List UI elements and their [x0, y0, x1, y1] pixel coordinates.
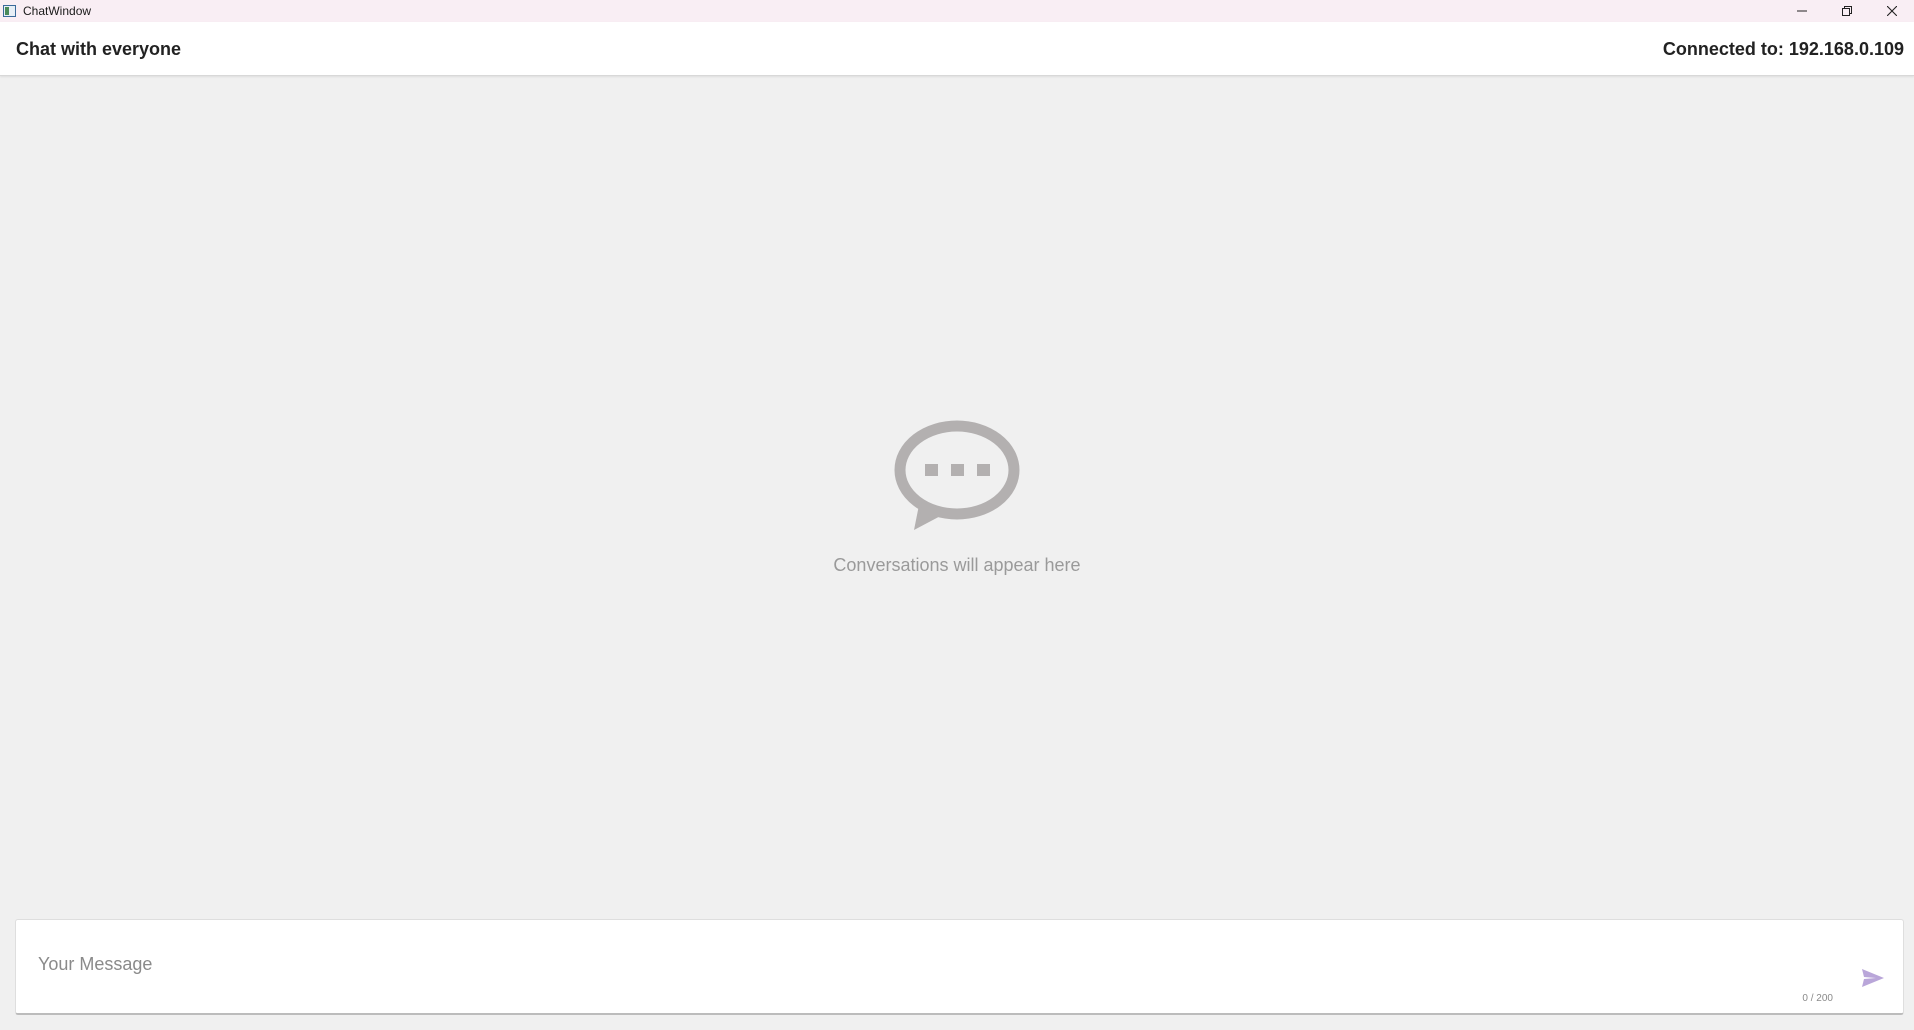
chat-bubble-icon [894, 420, 1020, 530]
char-counter: 0 / 200 [1802, 993, 1833, 1004]
window-controls [1779, 0, 1914, 22]
title-bar: ChatWindow [0, 0, 1914, 22]
empty-state: Conversations will appear here [0, 420, 1914, 576]
empty-state-text: Conversations will appear here [833, 555, 1081, 575]
minimize-icon [1796, 10, 1807, 12]
connection-status: Connected to: 192.168.0.109 [1662, 39, 1904, 59]
restore-icon [1841, 6, 1852, 16]
chat-window: ChatWindow Chat with everyone Connected … [0, 0, 1914, 1030]
send-button[interactable] [1859, 965, 1887, 991]
restore-button[interactable] [1824, 0, 1869, 22]
message-composer: 0 / 200 [15, 919, 1904, 1015]
minimize-button[interactable] [1779, 0, 1824, 22]
send-icon [1862, 969, 1884, 987]
close-icon [1886, 6, 1897, 16]
message-input[interactable] [38, 950, 1838, 978]
close-button[interactable] [1869, 0, 1914, 22]
app-header: Chat with everyone Connected to: 192.168… [0, 22, 1914, 76]
app-icon [3, 5, 16, 17]
page-title: Chat with everyone [16, 39, 182, 59]
window-title: ChatWindow [23, 4, 92, 18]
